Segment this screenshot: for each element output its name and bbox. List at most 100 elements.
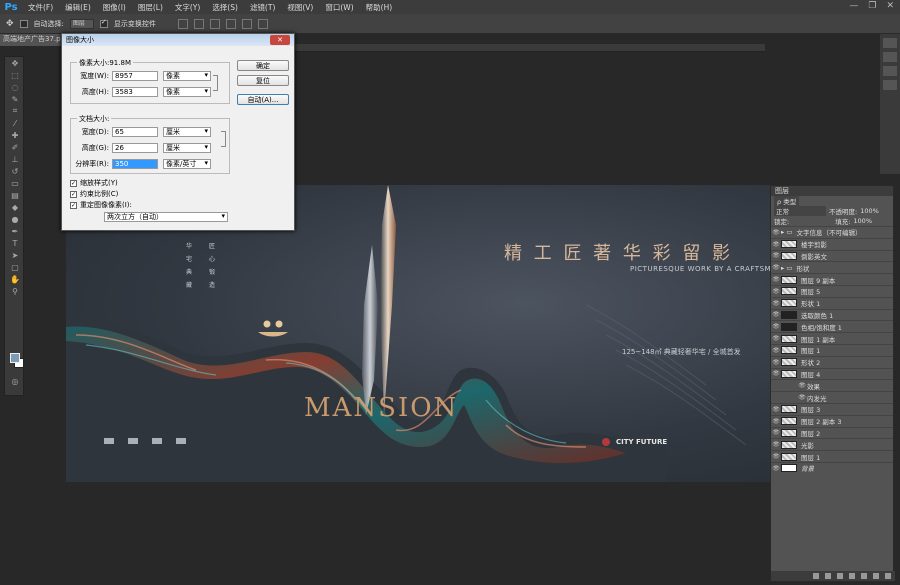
layer-row[interactable]: 👁 图层 4 [771, 367, 893, 380]
quick-select-tool-icon[interactable]: ✎ [5, 93, 25, 105]
path-select-tool-icon[interactable]: ➤ [5, 249, 25, 261]
resample-method-select[interactable]: 两次立方（自动） [104, 212, 228, 222]
doc-width-unit-select[interactable]: 厘米 [163, 127, 211, 137]
visibility-eye-icon[interactable]: 👁 [771, 370, 781, 377]
lasso-tool-icon[interactable]: ◌ [5, 81, 25, 93]
layer-row[interactable]: 👁 内发光 [771, 391, 893, 403]
visibility-eye-icon[interactable]: 👁 [771, 441, 781, 448]
visibility-eye-icon[interactable]: 👁 [771, 300, 781, 307]
close-button[interactable]: ✕ [886, 1, 894, 11]
visibility-eye-icon[interactable]: 👁 [797, 382, 807, 389]
menu-item[interactable]: 视图(V) [281, 2, 319, 13]
width-unit-select[interactable]: 像素 [163, 71, 211, 81]
crop-tool-icon[interactable]: ⌗ [5, 105, 25, 117]
visibility-eye-icon[interactable]: 👁 [771, 323, 781, 330]
align-left-icon[interactable] [225, 18, 236, 29]
document-tab[interactable]: 高端地产广告37.psd [0, 34, 70, 46]
stamp-tool-icon[interactable]: ⊥ [5, 153, 25, 165]
menu-item[interactable]: 文件(F) [22, 2, 59, 13]
menu-item[interactable]: 选择(S) [206, 2, 244, 13]
maximize-button[interactable]: ❐ [868, 1, 876, 11]
visibility-eye-icon[interactable]: 👁 [771, 276, 781, 283]
constrain-option[interactable]: ✓ 约束比例(C) [70, 189, 118, 199]
layer-row[interactable]: 👁 背景 [771, 461, 893, 474]
layer-row[interactable]: 👁 图层 2 副本 3 [771, 414, 893, 427]
layer-row[interactable]: 👁 图层 1 [771, 450, 893, 462]
visibility-eye-icon[interactable]: 👁 [771, 241, 781, 248]
ok-button[interactable]: 确定 [237, 60, 289, 71]
visibility-eye-icon[interactable]: 👁 [771, 406, 781, 413]
layer-row[interactable]: 👁 楼宇剪影 [771, 237, 893, 250]
dialog-close-button[interactable]: ✕ [270, 35, 290, 45]
adjustment-icon[interactable] [849, 573, 855, 579]
blend-mode-select[interactable]: 正常 [774, 206, 826, 216]
visibility-eye-icon[interactable]: 👁 [771, 311, 781, 318]
pen-tool-icon[interactable]: ✒ [5, 225, 25, 237]
visibility-eye-icon[interactable]: 👁 [797, 394, 807, 401]
brush-tool-icon[interactable]: ✐ [5, 141, 25, 153]
layer-row[interactable]: 👁 选取颜色 1 [771, 308, 893, 321]
layer-row[interactable]: 👁 图层 2 [771, 426, 893, 439]
align-bottom-icon[interactable] [209, 18, 220, 29]
hand-tool-icon[interactable]: ✋ [5, 273, 25, 285]
blur-tool-icon[interactable]: ◆ [5, 201, 25, 213]
menu-item[interactable]: 文字(Y) [169, 2, 206, 13]
reset-button[interactable]: 复位 [237, 75, 289, 86]
align-middle-icon[interactable] [193, 18, 204, 29]
layer-kind-filter[interactable]: ρ 类型 [774, 196, 800, 206]
menu-item[interactable]: 滤镜(T) [244, 2, 281, 13]
layer-row[interactable]: 👁 图层 5 [771, 284, 893, 297]
visibility-eye-icon[interactable]: 👁 [771, 347, 781, 354]
layer-row[interactable]: 👁 形状 2 [771, 355, 893, 368]
fill-value[interactable]: 100% [853, 217, 872, 225]
healing-tool-icon[interactable]: ✚ [5, 129, 25, 141]
constrain-checkbox[interactable]: ✓ [70, 190, 77, 198]
layer-row[interactable]: 👁 图层 3 [771, 402, 893, 415]
height-input[interactable]: 3583 [112, 87, 158, 97]
visibility-eye-icon[interactable]: 👁 [771, 429, 781, 436]
layers-tab[interactable]: 图层 [771, 186, 893, 196]
character-panel-icon[interactable] [883, 66, 897, 76]
align-right-icon[interactable] [257, 18, 268, 29]
layer-row[interactable]: 👁 光影 [771, 438, 893, 450]
dodge-tool-icon[interactable]: ● [5, 213, 25, 225]
folder-icon[interactable]: ▸ ▭ [781, 264, 792, 272]
width-input[interactable]: 8957 [112, 71, 158, 81]
visibility-eye-icon[interactable]: 👁 [771, 359, 781, 366]
resolution-unit-select[interactable]: 像素/英寸 [163, 159, 211, 169]
doc-width-input[interactable]: 65 [112, 127, 158, 137]
visibility-eye-icon[interactable]: 👁 [771, 418, 781, 425]
link-layers-icon[interactable] [813, 573, 819, 579]
layer-row[interactable]: 👁 图层 1 [771, 343, 893, 356]
quick-mask-icon[interactable]: ◎ [5, 375, 25, 387]
layer-row[interactable]: 👁 图层 9 副本 [771, 273, 893, 285]
move-tool-icon[interactable]: ✥ [5, 57, 25, 69]
layer-row[interactable]: 👁 效果 [771, 379, 893, 391]
trash-icon[interactable] [885, 573, 891, 579]
resolution-input[interactable]: 350 [112, 159, 158, 169]
layer-row[interactable]: 👁 色相/饱和度 1 [771, 320, 893, 332]
minimize-button[interactable]: — [849, 1, 858, 11]
auto-button[interactable]: 自动(A)... [237, 94, 289, 105]
move-tool-icon[interactable]: ✥ [6, 19, 14, 29]
menu-item[interactable]: 窗口(W) [319, 2, 359, 13]
scale-styles-checkbox[interactable]: ✓ [70, 179, 77, 187]
menu-item[interactable]: 图层(L) [132, 2, 169, 13]
folder-icon[interactable]: ▸ ▭ [781, 228, 792, 236]
eraser-tool-icon[interactable]: ▭ [5, 177, 25, 189]
align-center-icon[interactable] [241, 18, 252, 29]
layer-row[interactable]: 👁 形状 1 [771, 296, 893, 309]
doc-height-unit-select[interactable]: 厘米 [163, 143, 211, 153]
history-brush-icon[interactable]: ↺ [5, 165, 25, 177]
menu-item[interactable]: 帮助(H) [360, 2, 399, 13]
folder-icon[interactable] [861, 573, 867, 579]
paragraph-panel-icon[interactable] [883, 80, 897, 90]
visibility-eye-icon[interactable]: 👁 [771, 453, 781, 460]
history-panel-icon[interactable] [883, 38, 897, 48]
visibility-eye-icon[interactable]: 👁 [771, 288, 781, 295]
auto-select-checkbox[interactable] [19, 19, 28, 28]
new-layer-icon[interactable] [873, 573, 879, 579]
zoom-tool-icon[interactable]: ⚲ [5, 285, 25, 297]
gradient-tool-icon[interactable]: ▤ [5, 189, 25, 201]
resample-option[interactable]: ✓ 重定图像像素(I): [70, 200, 132, 210]
